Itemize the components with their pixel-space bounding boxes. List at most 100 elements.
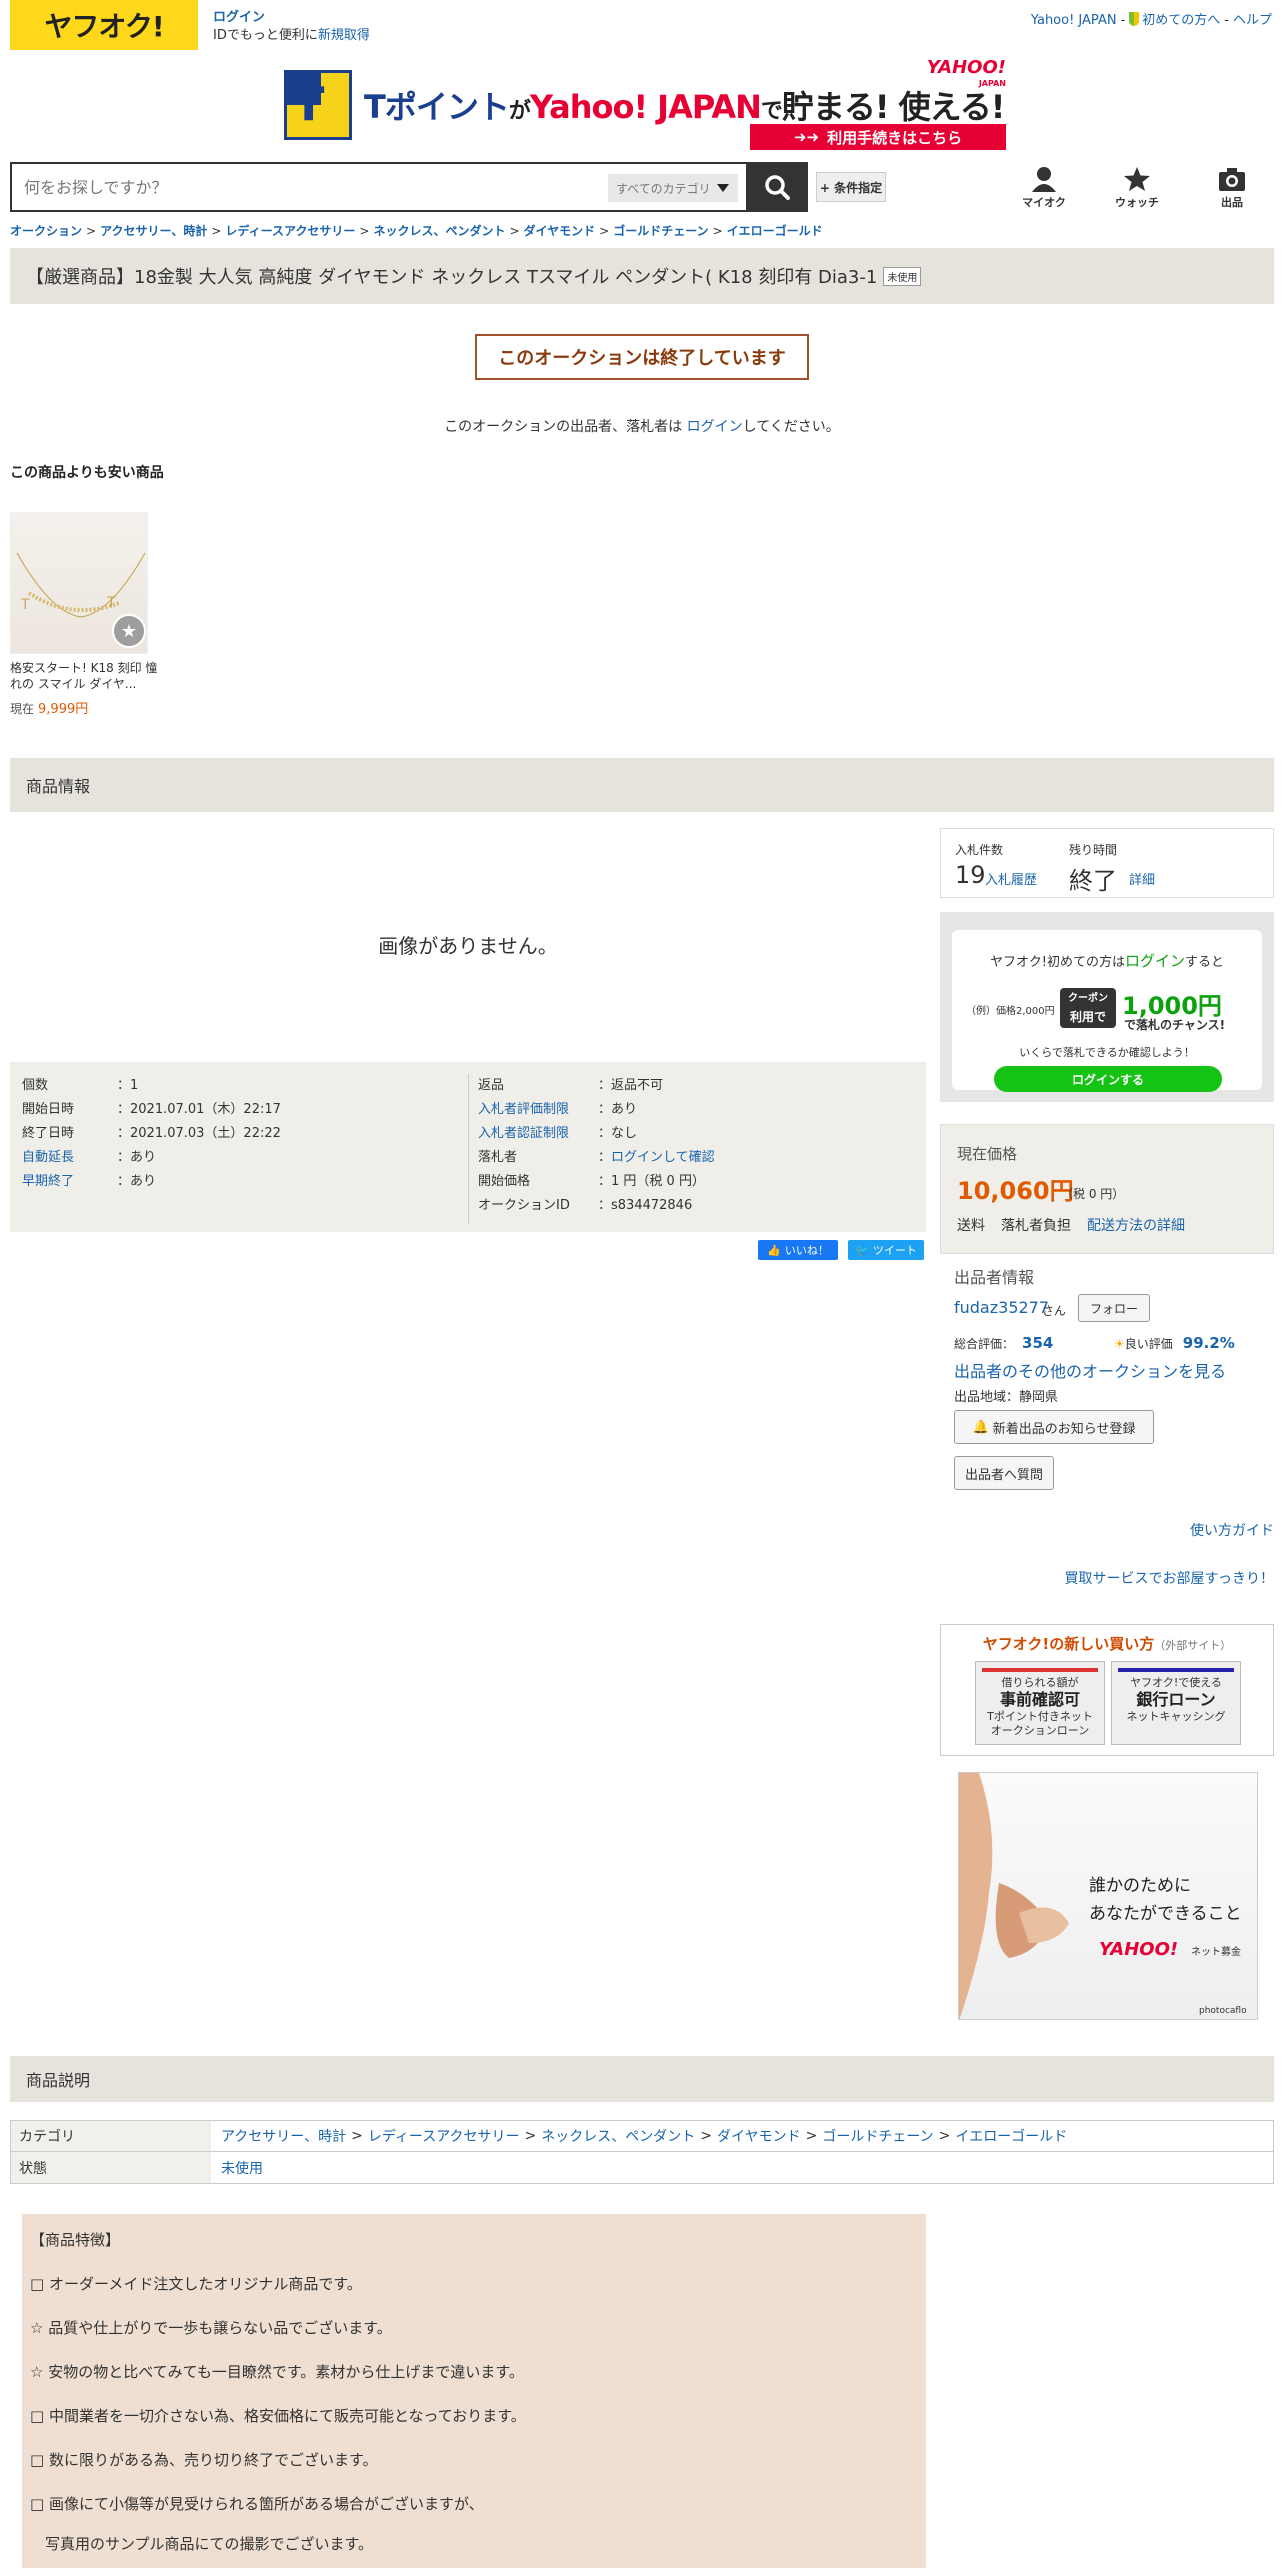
svg-text:YAHOO!: YAHOO! [1099,1939,1178,1960]
category-link[interactable]: ゴールドチェーン [822,2126,933,2146]
yahoo-japan-link[interactable]: Yahoo! JAPAN [1031,13,1117,28]
signup-link[interactable]: 新規取得 [318,28,370,43]
nav-myauc[interactable]: マイオク [1014,166,1074,210]
follow-button[interactable]: フォロー [1078,1294,1150,1322]
sun-icon: ☀ [1114,1337,1125,1351]
auction-ended-notice: このオークションは終了しています [475,334,809,380]
twitter-bird-icon: 🐦 [855,1243,869,1257]
camera-icon [1219,168,1245,191]
category-select[interactable]: すべてのカテゴリ [608,174,738,202]
condition-link[interactable]: 未使用 [221,2158,263,2178]
star-icon [1124,167,1150,191]
loan-card-2[interactable]: ヤフオク!で使える 銀行ローン ネットキャッシング [1111,1661,1241,1745]
description-line: ☆ 品質や仕上がりで一歩も譲らない品でございます。 [30,2319,392,2337]
coupon-badge: クーポン 利用で [1060,988,1116,1028]
beginner-leaf-icon [1129,12,1140,26]
login-confirm-link[interactable]: ログインして確認 [611,1146,715,1170]
category-link[interactable]: アクセサリー、時計 [221,2126,346,2146]
login-block: ログイン IDでもっと便利に新規取得 [213,9,370,45]
description-line: □ オーダーメイド注文したオリジナル商品です。 [30,2275,362,2293]
loan-card-1[interactable]: 借りられる額が 事前確認可 Tポイント付きネット オークションローン [975,1661,1105,1745]
bid-history-link[interactable]: 入札履歴 [985,869,1037,888]
bidder-rating-limit-link[interactable]: 入札者評価制限 [478,1098,598,1122]
detail-row: 入札者認証制限 ：なし [478,1122,715,1146]
tpoint-banner[interactable]: T TポイントがYahoo! JAPANで貯まる! 使える! YAHOO! JAP… [284,59,1006,152]
details-divider [468,1074,469,1224]
category-link[interactable]: イエローゴールド [955,2126,1067,2146]
auto-extend-link[interactable]: 自動延長 [22,1146,117,1170]
chevron-down-icon [716,184,729,192]
user-icon [1032,167,1056,192]
login-link[interactable]: ログイン [213,10,265,25]
usage-guide-link[interactable]: 使い方ガイド [1190,1520,1274,1540]
rating-link[interactable]: 354 [1022,1334,1053,1352]
buyback-service-link[interactable]: 買取サービスでお部屋すっきり！ [1065,1568,1274,1588]
section-item-info: 商品情報 [10,758,1274,812]
svg-text:ネット募金: ネット募金 [1191,1945,1241,1958]
beginner-link[interactable]: 初めての方へ [1142,13,1220,28]
breadcrumb-item[interactable]: アクセサリー、時計 [100,224,207,238]
description-line: 写真用のサンプル商品にての撮影でございます。 [30,2535,374,2553]
facebook-like-button[interactable]: 👍 いいね！ [758,1240,838,1260]
bid-status-box: 入札件数 19 入札履歴 残り時間 終了 詳細 [940,828,1274,898]
breadcrumb: オークション > アクセサリー、時計 > レディースアクセサリー > ネックレス、ペンダント… [10,224,823,238]
breadcrumb-item[interactable]: オークション [10,224,82,238]
svg-text:photocaflo: photocaflo [1199,2006,1247,2016]
cheaper-items-heading: この商品よりも安い商品 [10,465,164,481]
condition-badge: 未使用 [883,266,922,286]
detail-row: 早期終了 ：あり [22,1170,281,1194]
item-title-bar: 【厳選商品】18金製 大人気 高純度 ダイヤモンド ネックレス Tスマイル ペン… [10,248,1274,304]
svg-text:誰かのために: 誰かのために [1089,1876,1191,1896]
current-price: 10,060円 [957,1177,1074,1205]
tweet-button[interactable]: 🐦 ツイート [848,1240,924,1260]
donation-ad[interactable]: 誰かのために あなたができること YAHOO! ネット募金 photocaflo [958,1772,1258,2020]
banner-signup-button[interactable]: ➜➜ 利用手続きはこちら [750,124,1006,150]
bidder-auth-limit-link[interactable]: 入札者認証制限 [478,1122,598,1146]
handshake-image: 誰かのために あなたができること YAHOO! ネット募金 photocaflo [959,1773,1247,2019]
detail-row: 入札者評価制限 ：あり [478,1098,715,1122]
breadcrumb-item[interactable]: イエローゴールド [727,224,823,238]
ask-seller-button[interactable]: 出品者へ質問 [954,1456,1054,1490]
nav-sell[interactable]: 出品 [1202,166,1262,210]
seller-other-auctions-link[interactable]: 出品者のその他のオークションを見る [954,1358,1226,1382]
breadcrumb-item[interactable]: ネックレス、ペンダント [373,224,505,238]
time-detail-link[interactable]: 詳細 [1129,869,1155,888]
login-message: このオークションの出品者、落札者は ログインしてください。 [444,419,840,435]
help-link[interactable]: ヘルプ [1233,13,1272,28]
svg-text:T: T [20,597,30,613]
new-listing-notify-button[interactable]: 🔔 新着出品のお知らせ登録 [954,1410,1154,1444]
search-input[interactable] [12,164,592,210]
watch-star-icon[interactable]: ★ [112,614,146,648]
condition-button[interactable]: + 条件指定 [816,172,886,202]
cheaper-item-price: 現在 9,999円 [10,702,89,717]
detail-row: オークションID ：s834472846 [478,1198,693,1213]
description-line: □ 画像にて小傷等が見受けられる箇所がある場合がございますが、 [30,2495,484,2513]
yahuoku-logo[interactable]: ヤフオク! [10,0,198,50]
login-link-inline[interactable]: ログイン [687,419,743,435]
nav-watch[interactable]: ウォッチ [1107,166,1167,210]
item-description: 【商品特徴】 □ オーダーメイド注文したオリジナル商品です。 ☆ 品質や仕上がり… [22,2214,926,2568]
top-links: Yahoo! JAPAN - 初めての方へ - ヘルプ [1030,12,1272,28]
search-button[interactable] [746,162,808,212]
seller-name-link[interactable]: fudaz35277 [954,1298,1049,1317]
early-end-link[interactable]: 早期終了 [22,1170,117,1194]
promo-login-link[interactable]: ログイン [1125,952,1185,970]
breadcrumb-item[interactable]: ダイヤモンド [524,224,596,238]
detail-row: 個数 ：1 [22,1078,139,1093]
search-icon [765,175,790,200]
description-line: □ 数に限りがある為、売り切り終了でございます。 [30,2451,378,2469]
breadcrumb-item[interactable]: ゴールドチェーン [613,224,708,238]
category-link[interactable]: レディースアクセサリー [368,2126,520,2146]
login-sub-text: IDでもっと便利に [213,28,318,43]
first-time-promo: ヤフオク!初めての方はログインすると （例）価格2,000円 クーポン 利用で 1… [940,912,1274,1102]
cheaper-item-title[interactable]: 格安スタート! K18 刻印 憧れの スマイル ダイヤ... [10,660,158,692]
search-bar: すべてのカテゴリ [10,162,808,212]
shipping-detail-link[interactable]: 配送方法の詳細 [1087,1215,1185,1235]
promo-login-button[interactable]: ログインする [994,1066,1222,1092]
detail-row: 自動延長 ：あり [22,1146,281,1170]
breadcrumb-item[interactable]: レディースアクセサリー [225,224,355,238]
category-link[interactable]: ネックレス、ペンダント [541,2126,695,2146]
category-link[interactable]: ダイヤモンド [717,2126,801,2146]
detail-row: 返品 ：返品不可 [478,1078,664,1093]
seller-region: 出品地域：静岡県 [954,1390,1059,1405]
